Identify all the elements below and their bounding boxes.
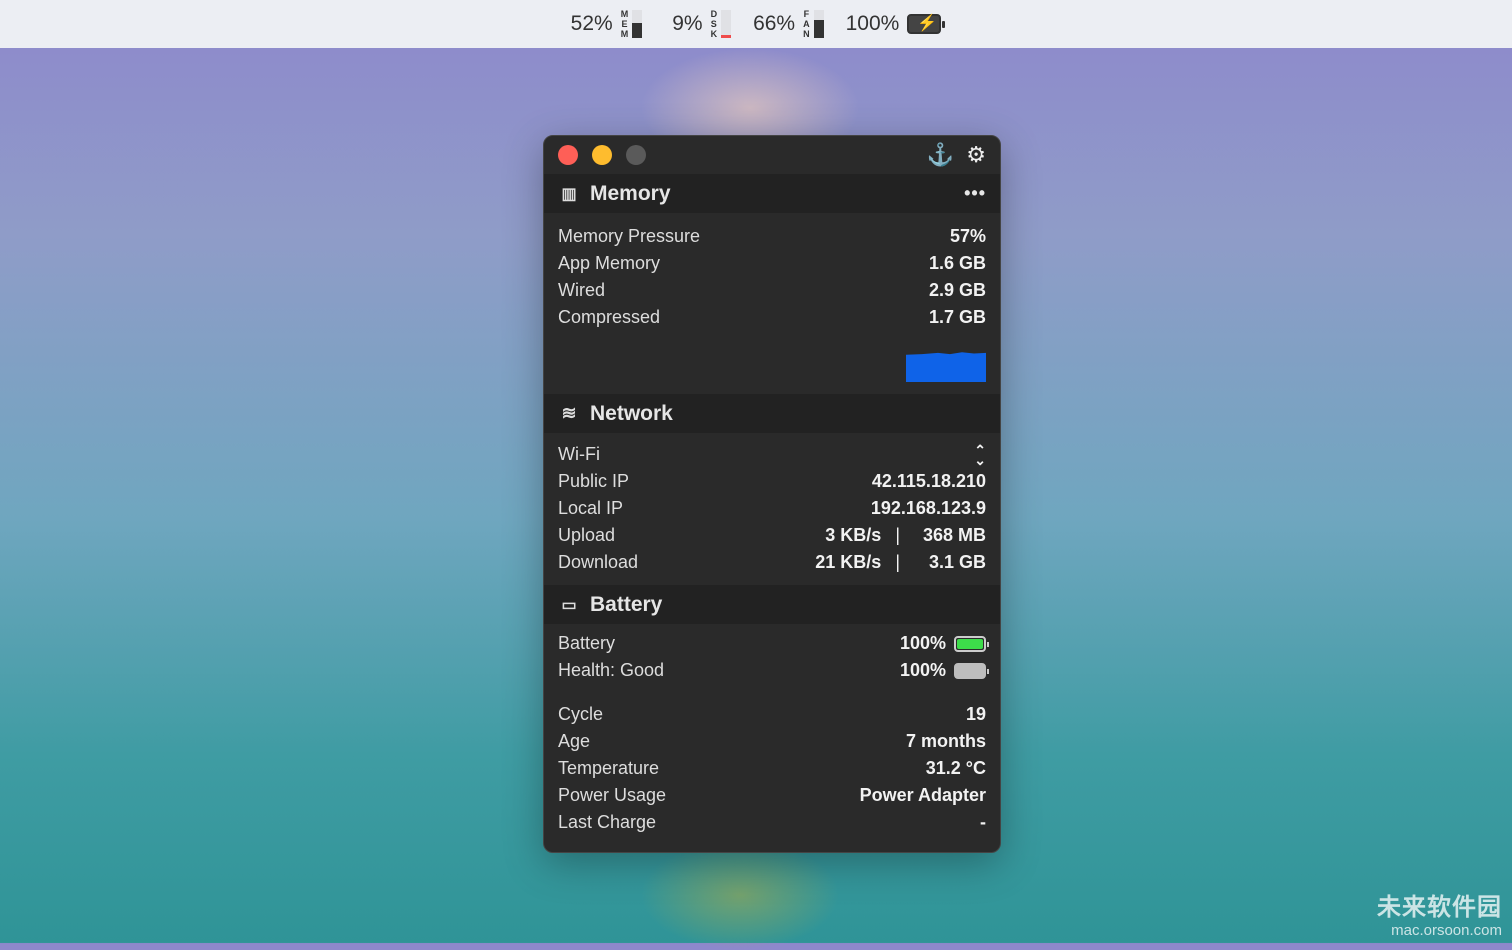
memory-row: Wired 2.9 GB bbox=[558, 280, 986, 300]
anchor-icon[interactable]: ⚓ bbox=[927, 142, 954, 168]
memory-row: App Memory 1.6 GB bbox=[558, 253, 986, 273]
fan-status[interactable]: 66% FAN bbox=[753, 9, 824, 39]
network-row: Public IP 42.115.18.210 bbox=[558, 471, 986, 491]
battery-row: Last Charge - bbox=[558, 812, 986, 832]
memory-chip-icon: ▥ bbox=[561, 185, 577, 203]
battery-row: Age 7 months bbox=[558, 731, 986, 751]
memory-row: Compressed 1.7 GB bbox=[558, 307, 986, 327]
battery-health-icon bbox=[954, 662, 989, 679]
chevron-updown-icon: ⌃ ⌄ bbox=[974, 441, 986, 468]
disk-bar bbox=[721, 10, 732, 38]
memory-graph bbox=[906, 352, 986, 382]
battery-status[interactable]: 100% ⚡ bbox=[846, 12, 946, 36]
stats-window: ⚓ ⚙ ▥ Memory ••• Memory Pressure 57% App M… bbox=[543, 135, 1001, 853]
network-header: ≋ Network bbox=[544, 394, 1000, 433]
fan-bar bbox=[813, 10, 824, 38]
battery-level-row: Battery 100% bbox=[558, 630, 989, 657]
battery-row: Temperature 31.2 °C bbox=[558, 758, 986, 778]
battery-level-icon bbox=[954, 635, 989, 652]
battery-icon: ▭ bbox=[561, 596, 577, 614]
download-row: Download 21 KB/s | 3.1 GB bbox=[558, 552, 986, 572]
watermark: 未来软件园 mac.orsoon.com bbox=[1377, 894, 1502, 939]
mem-bar bbox=[632, 10, 643, 38]
mem-status[interactable]: 52% MEM bbox=[571, 9, 643, 39]
network-row: Local IP 192.168.123.9 bbox=[558, 498, 986, 518]
battery-charging-icon: ⚡ bbox=[907, 14, 946, 34]
close-button[interactable] bbox=[558, 145, 578, 165]
battery-health-row: Health: Good 100% bbox=[558, 657, 989, 684]
battery-row: Cycle 19 bbox=[558, 704, 986, 724]
menu-bar: 52% MEM 9% DSK 66% FAN 100% ⚡ bbox=[0, 0, 1512, 48]
zoom-button[interactable] bbox=[626, 145, 646, 165]
interface-select[interactable]: Wi-Fi ⌃ ⌄ bbox=[558, 441, 986, 468]
memory-header: ▥ Memory ••• bbox=[544, 174, 1000, 213]
battery-row: Power Usage Power Adapter bbox=[558, 785, 986, 805]
title-bar: ⚓ ⚙ bbox=[544, 136, 1000, 174]
wifi-icon: ≋ bbox=[561, 403, 577, 423]
upload-row: Upload 3 KB/s | 368 MB bbox=[558, 525, 986, 545]
disk-status[interactable]: 9% DSK bbox=[672, 9, 732, 39]
minimize-button[interactable] bbox=[592, 145, 612, 165]
battery-header: ▭ Battery bbox=[544, 585, 1000, 624]
gear-icon[interactable]: ⚙ bbox=[966, 142, 986, 168]
memory-row: Memory Pressure 57% bbox=[558, 226, 986, 246]
more-icon[interactable]: ••• bbox=[964, 183, 986, 204]
